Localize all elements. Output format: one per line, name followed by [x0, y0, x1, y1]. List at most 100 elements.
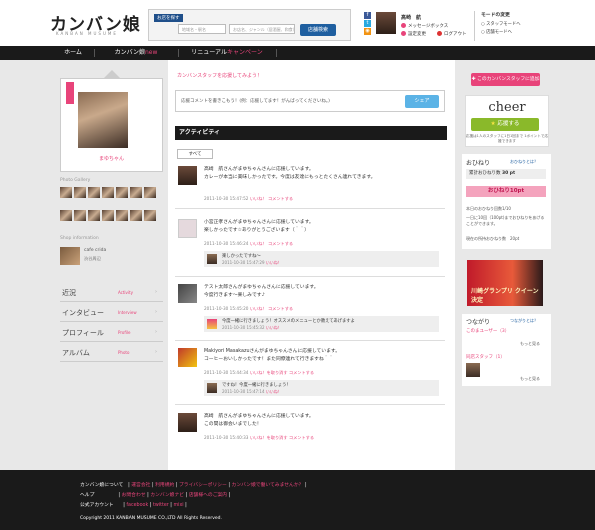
like-link[interactable]: いいね！ — [266, 260, 282, 265]
ohineri-give-button[interactable]: おひねり10pt — [466, 186, 546, 197]
gallery-thumb[interactable] — [74, 187, 86, 198]
settings-link[interactable]: 設定変更 — [401, 31, 426, 37]
nav-home[interactable]: ホーム — [52, 46, 94, 60]
gallery-thumb[interactable] — [88, 210, 100, 221]
gallery-thumb[interactable] — [130, 187, 142, 198]
ohineri-help-link[interactable]: おひねりとは？ — [510, 159, 538, 165]
fan-users-label[interactable]: このまユーザー（3） — [466, 328, 509, 334]
nav-renewal[interactable]: リニューアルキャンペーン — [182, 46, 272, 60]
like-link[interactable]: いいね！ — [250, 196, 267, 201]
more-link[interactable]: もっと見る — [520, 376, 540, 382]
keyword-input[interactable]: お店名、ジャンル（居酒屋、和食）など — [229, 24, 295, 34]
comment-link[interactable]: コメントする — [289, 435, 314, 440]
logout-icon — [437, 31, 442, 36]
logout-link[interactable]: ログアウト — [437, 31, 467, 37]
shop-area: 渋谷周辺 — [84, 256, 101, 261]
more-link[interactable]: もっと見る — [520, 341, 540, 347]
post-avatar[interactable] — [178, 348, 197, 367]
gallery-thumb[interactable] — [144, 187, 156, 198]
mode-normal-option[interactable]: ○ 店舗モードへ — [481, 29, 552, 35]
gallery-thumb[interactable] — [60, 187, 72, 198]
rss-icon[interactable]: ◉ — [364, 28, 371, 35]
footer-link-company[interactable]: 運営会社 — [131, 483, 150, 488]
footer-link-twitter[interactable]: twitter — [153, 503, 169, 508]
post-avatar[interactable] — [178, 219, 197, 238]
shop-name[interactable]: cafe crida — [84, 248, 106, 253]
post-avatar[interactable] — [178, 166, 197, 185]
gallery-thumb[interactable] — [102, 210, 114, 221]
profile-name[interactable]: まゆちゃん — [60, 155, 163, 162]
gallery-thumb[interactable] — [144, 210, 156, 221]
footer-link-recruit[interactable]: カンバン娘で働いてみませんか？ — [232, 483, 304, 488]
footer-link-terms[interactable]: 利用規約 — [155, 483, 174, 488]
comment-link[interactable]: コメントする — [268, 241, 293, 246]
twitter-icon[interactable]: t — [364, 20, 371, 27]
profile-ribbon — [66, 82, 74, 104]
menu-profile[interactable]: プロフィール Profile › — [60, 322, 163, 342]
gallery-thumb[interactable] — [88, 187, 100, 198]
cheer-prompt: カンバンスタッフを応援してみよう！ — [177, 73, 263, 79]
coworker-avatar[interactable] — [466, 363, 480, 377]
post-avatar[interactable] — [178, 284, 197, 303]
like-link[interactable]: いいね！ — [266, 325, 282, 330]
footer-link-mixi[interactable]: mixi — [173, 503, 183, 508]
post-header: 高崎 航さんがまゆちゃんさんに応援しています。 — [204, 414, 314, 419]
unlike-link[interactable]: いいね！を取り消す — [250, 370, 288, 375]
divider — [175, 276, 445, 277]
mode-staff-option[interactable]: ○ スタッフモードへ — [481, 21, 552, 27]
promo-banner[interactable]: 川崎グランプリ クイーン決定 — [467, 260, 543, 306]
gallery-thumb[interactable] — [130, 210, 142, 221]
post-header: テスト太郎さんがまゆちゃんさんに応援しています。 — [204, 285, 319, 290]
like-link[interactable]: いいね！ — [250, 306, 267, 311]
connections-help-link[interactable]: つながりとは？ — [510, 318, 538, 324]
facebook-icon[interactable]: f — [364, 12, 371, 19]
profile-photo[interactable] — [78, 92, 128, 148]
reply-avatar[interactable] — [207, 254, 217, 264]
share-button[interactable]: シェア — [405, 95, 439, 108]
nav-kanban[interactable]: カンバン娘new — [96, 46, 176, 60]
shop-photo[interactable] — [60, 247, 80, 265]
post-avatar[interactable] — [178, 413, 197, 432]
footer-link-privacy[interactable]: プライバシーポリシー — [179, 483, 227, 488]
footer-link-contact[interactable]: お問合わせ — [122, 493, 146, 498]
cheer-title: cheer — [488, 100, 526, 115]
unlike-link[interactable]: いいね！を取り消す — [250, 435, 288, 440]
ohineri-note-limit: 一日に10回（100pt)までおひねりをあげることができます。 — [466, 215, 545, 226]
search-button[interactable]: 店舗検索 — [300, 24, 336, 36]
footer-label: ヘルプ — [80, 493, 95, 498]
cheer-comment-input[interactable]: 応援コメントを書きこもう！(例：応援してます！がんばってくださいね。) — [178, 95, 400, 107]
comment-link[interactable]: コメントする — [289, 370, 314, 375]
footer-link-facebook[interactable]: facebook — [126, 503, 148, 508]
gallery-thumb[interactable] — [116, 210, 128, 221]
menu-sublabel: Interview — [118, 310, 137, 315]
like-link[interactable]: いいね！ — [250, 241, 267, 246]
comment-link[interactable]: コメントする — [268, 196, 293, 201]
ohineri-note-daily: 本日のおひねり回数1/10 — [466, 206, 511, 211]
footer-link-navi[interactable]: カンバン娘ナビ — [150, 493, 184, 498]
area-input[interactable]: 地域名・駅名 — [178, 24, 226, 34]
gallery-thumb[interactable] — [74, 210, 86, 221]
menu-activity[interactable]: 近況 Activity › — [60, 282, 163, 302]
menu-interview[interactable]: インタビュー Interview › — [60, 302, 163, 322]
gallery-thumb[interactable] — [60, 210, 72, 221]
gallery-thumb[interactable] — [116, 187, 128, 198]
coworkers-label[interactable]: 同店スタッフ（1） — [466, 354, 505, 360]
like-link[interactable]: いいね！ — [266, 389, 282, 394]
cheer-button-label: 応援する — [497, 121, 520, 127]
comment-link[interactable]: コメントする — [268, 306, 293, 311]
menu-label: インタビュー — [62, 309, 104, 317]
footer-link-shops[interactable]: 店舗様へのご案内 — [189, 493, 227, 498]
post-header: 小宮正孝さんがまゆちゃんさんに応援しています。 — [204, 220, 314, 225]
menu-album[interactable]: アルバム Photo › — [60, 342, 163, 362]
gallery-thumb[interactable] — [102, 187, 114, 198]
menu-sublabel: Photo — [118, 350, 130, 355]
reply-avatar[interactable] — [207, 383, 217, 393]
user-name[interactable]: 高崎 航 — [401, 14, 421, 21]
reply: 楽しかったですね〜 2011-10-30 15:47:29 いいね！ — [204, 251, 439, 267]
cheer-button[interactable]: ★ 応援する — [471, 118, 539, 131]
reply-avatar[interactable] — [207, 319, 217, 329]
user-avatar[interactable] — [376, 12, 396, 34]
messages-link[interactable]: メッセージボックス — [401, 23, 448, 29]
filter-all-button[interactable]: すべて — [177, 149, 213, 159]
add-staff-button[interactable]: ✚ このカンバンスタッフに追加 — [471, 73, 540, 86]
